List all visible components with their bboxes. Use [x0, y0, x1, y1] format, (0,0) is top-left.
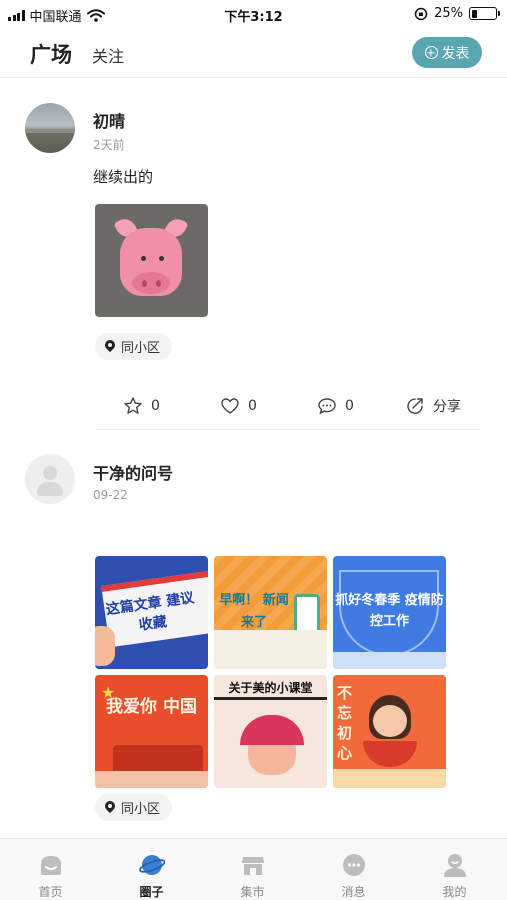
location-label: 同小区	[121, 802, 161, 817]
image-caption: 早啊！ 新闻来了	[219, 593, 289, 630]
nav-circle[interactable]: 圈子	[101, 839, 202, 900]
nav-market[interactable]: 集市	[202, 839, 303, 900]
post-image[interactable]: 这篇文章 建议收藏	[95, 556, 208, 669]
nav-messages[interactable]: 消息	[303, 839, 404, 900]
image-caption: 关于美的小课堂	[228, 681, 313, 695]
nav-home[interactable]: 首页	[0, 839, 101, 900]
avatar[interactable]	[25, 454, 75, 504]
home-icon	[41, 856, 61, 875]
store-icon	[242, 857, 264, 875]
nav-label: 集市	[240, 885, 265, 899]
post-time: 09-22	[93, 488, 128, 502]
image-caption: 我爱你 中国	[106, 697, 197, 717]
nav-label: 首页	[38, 885, 63, 899]
nav-profile[interactable]: 我的	[404, 839, 505, 900]
post-image[interactable]: ★ 我爱你 中国	[95, 675, 208, 788]
bottom-nav: 首页 圈子 集市 消息 我的	[0, 838, 507, 900]
message-icon	[343, 854, 365, 876]
post-image[interactable]: 不忘 初心	[333, 675, 446, 788]
post-image[interactable]: 早啊！ 新闻来了	[214, 556, 327, 669]
image-caption: 不忘 初心	[337, 684, 353, 762]
nav-label: 消息	[341, 885, 366, 899]
post-image[interactable]: 抓好冬春季 疫情防控工作	[333, 556, 446, 669]
nav-label: 我的	[442, 885, 467, 899]
post-image[interactable]: 关于美的小课堂	[214, 675, 327, 788]
location-pin-icon	[105, 801, 115, 814]
image-caption: 抓好冬春季 疫情防控工作	[335, 593, 444, 629]
planet-icon	[139, 855, 165, 875]
post-card[interactable]: 干净的问号 09-22 这篇文章 建议收藏 早啊！ 新闻来了 抓好冬春季 疫情防…	[0, 0, 507, 838]
nav-label: 圈子	[139, 885, 164, 899]
location-tag[interactable]: 同小区	[95, 794, 173, 821]
post-username[interactable]: 干净的问号	[93, 460, 173, 484]
profile-icon	[444, 854, 466, 877]
